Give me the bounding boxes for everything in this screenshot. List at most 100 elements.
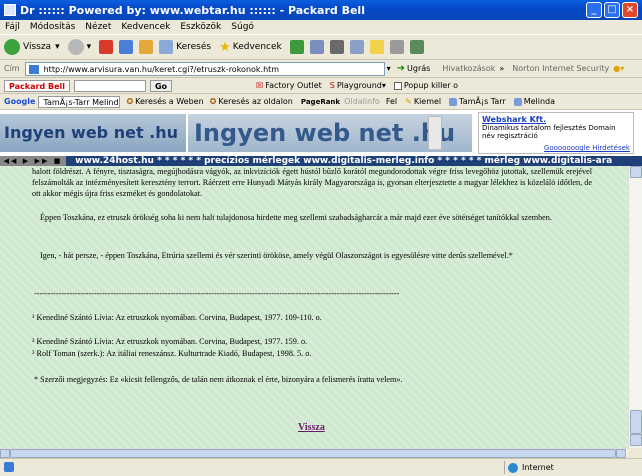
playground-label: Playground [336,81,382,90]
term-icon [513,97,522,106]
paragraph-1: halott földrészt. A fényre, tisztaságra,… [32,167,592,198]
highlight-icon: ✎ [405,97,412,106]
footnote-2: ² Kenediné Szántó Lívia: Az etruszkok ny… [32,337,308,346]
notes-icon[interactable] [369,40,384,54]
pb-go-button[interactable]: Go [149,79,173,92]
playground-button[interactable]: S Playground ▾ [330,81,386,90]
search-site-label: Keresés az oldalon [218,97,293,106]
ad-text-line1: Dinamikus tartalom fejlesztés Domain [482,124,616,132]
norton-button[interactable]: Norton Internet Security [512,64,609,73]
popup-checkbox[interactable] [393,81,402,90]
page-content: halott földrészt. A fényre, tisztaságra,… [0,166,628,448]
menu-file[interactable]: Fájl [5,22,20,32]
print-icon[interactable] [329,40,344,54]
window-title: Dr :::::: Powered by: www.webtar.hu ::::… [20,3,365,17]
stop-icon[interactable] [99,40,114,54]
star-icon: ★ [219,39,231,55]
author-note: * Szerzői megjegyzés: Ez «kicsit felleng… [34,375,403,384]
site-search-icon: ✪ [209,97,217,106]
forward-button[interactable]: ▾ [67,39,91,55]
google-logo[interactable]: Google [4,97,35,106]
favorites-label: Kedvencek [232,42,282,52]
packard-bell-logo[interactable]: Packard Bell [4,79,70,92]
pb-search-input[interactable] [73,79,146,92]
ticker-controls[interactable]: ◀◀ ▶ ▶▶ ■ [0,156,66,166]
go-arrow-icon[interactable]: ➜ [397,63,405,74]
refresh-icon[interactable] [119,40,134,54]
history-icon[interactable] [289,40,304,54]
search-web-label: Keresés a Weben [135,97,204,106]
footnote-3: ³ Rolf Toman (szerk.): Az itáliai renesz… [32,349,312,358]
ad-text-line2: név regisztráció [482,132,538,140]
horizontal-scrollbar[interactable] [0,448,628,458]
search-icon [159,40,174,54]
internet-globe-icon [508,463,518,473]
close-button[interactable]: × [622,2,638,18]
ad-title-link[interactable]: Webshark Kft. [482,115,630,124]
server-icon [428,116,442,150]
search-site-button[interactable]: ✪ Keresés az oldalon [210,97,293,106]
scroll-thumb[interactable] [630,410,642,434]
factory-label: Factory Outlet [265,81,322,90]
up-button[interactable]: Fel [386,97,397,106]
google-search-select[interactable]: TamÃ¡s-Tarr Melinda [38,95,121,108]
forward-arrow-icon [67,39,84,55]
term-label-2: Melinda [523,97,556,106]
menu-tools[interactable]: Eszközök [180,22,221,32]
term-label-1: TamÃ¡s Tarr [459,97,506,106]
address-dropdown-icon[interactable]: ▾ [387,64,391,73]
divider-line: ----------------------------------------… [34,289,400,298]
scroll-left-button[interactable] [0,449,10,458]
minimize-button[interactable]: _ [586,2,602,18]
scroll-down-button[interactable] [630,434,642,446]
highlight-label: Kiemel [413,97,442,106]
back-link[interactable]: Vissza [298,422,325,433]
search-label: Keresés [176,42,212,52]
highlight-button[interactable]: ✎ Kiemel [405,97,441,106]
menu-favorites[interactable]: Kedvencek [121,22,170,32]
messenger-icon[interactable] [389,40,404,54]
scroll-up-button[interactable] [630,166,642,178]
favorites-button[interactable]: ★ Kedvencek [219,40,282,55]
address-label: Cím [4,64,20,73]
address-bar: Cím http://www.arvisura.van.hu/keret.cgi… [0,60,642,78]
links-button[interactable]: Hivatkozások [442,64,495,73]
factory-icon: ☒ [256,81,264,90]
ticker-text[interactable]: www.24host.hu * * * * * * precízios mérl… [75,156,612,166]
ad-banner: Ingyen web net .hu Ingyen web net .hu We… [0,110,642,156]
menu-edit[interactable]: Módosítás [30,22,75,32]
google-ad[interactable]: Webshark Kft. Dinamikus tartalom fejlesz… [478,112,634,154]
scroll-right-button[interactable] [616,449,626,458]
term-button-2[interactable]: Melinda [513,97,556,106]
menu-view[interactable]: Nézet [85,22,111,32]
footnote-1: ¹ Kenediné Szántó Lívia: Az etruszkok ny… [32,313,322,322]
mail-icon[interactable] [309,40,324,54]
term-button-1[interactable]: TamÃ¡s Tarr [449,97,506,106]
search-web-button[interactable]: ✪ Keresés a Weben [126,97,203,106]
home-icon[interactable] [139,40,154,54]
pagerank-indicator: PageRank [300,97,341,106]
ingyenweb-logo-left[interactable]: Ingyen web net .hu [0,114,186,152]
menu-help[interactable]: Súgó [231,22,254,32]
edit-icon[interactable] [349,40,364,54]
page-status-icon [4,462,14,472]
search-button[interactable]: Keresés [159,40,211,54]
playground-icon: S [329,81,335,90]
popup-killer-toggle[interactable]: Popup killer o [393,81,459,90]
address-input[interactable]: http://www.arvisura.van.hu/keret.cgi?/et… [24,61,385,76]
ad-footer-link[interactable]: Gooooooogle Hirdetések [544,144,630,152]
pageinfo-button[interactable]: Oldalinfo [344,97,380,106]
maximize-button[interactable]: □ [604,2,620,18]
news-ticker: ◀◀ ▶ ▶▶ ■ www.24host.hu * * * * * * prec… [0,156,642,166]
hscroll-thumb[interactable] [10,449,616,458]
packard-bell-toolbar: Packard Bell Go ☒ Factory Outlet S Playg… [0,78,642,94]
security-zone-label: Internet [522,463,554,472]
menu-bar: Fájl Módosítás Nézet Kedvencek Eszközök … [0,20,642,34]
go-button[interactable]: Ugrás [407,64,430,73]
norton-icon[interactable]: ●▾ [613,64,624,73]
vertical-scrollbar[interactable] [628,166,642,448]
back-button[interactable]: Vissza ▾ [4,39,60,55]
research-icon[interactable] [409,40,424,54]
factory-outlet-button[interactable]: ☒ Factory Outlet [256,81,322,90]
popup-label: Popup killer o [403,81,459,90]
